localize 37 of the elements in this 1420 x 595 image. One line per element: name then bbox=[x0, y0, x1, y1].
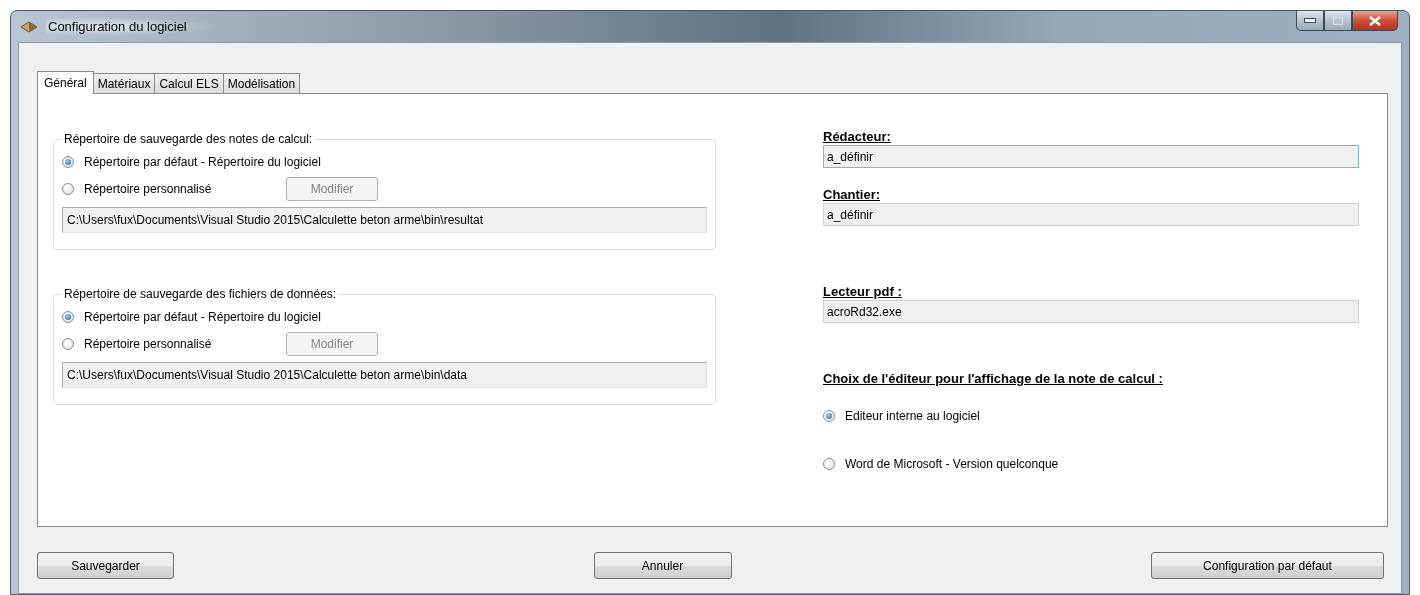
app-icon bbox=[20, 20, 38, 33]
tab[interactable]: Matériaux bbox=[92, 73, 156, 93]
radio-button[interactable] bbox=[62, 182, 74, 195]
close-button[interactable] bbox=[1352, 11, 1398, 31]
radio-button[interactable] bbox=[62, 337, 74, 350]
text-field[interactable]: a_définir bbox=[823, 203, 1359, 226]
radio-button[interactable] bbox=[62, 310, 74, 323]
tab[interactable]: Calcul ELS bbox=[154, 73, 224, 93]
maximize-icon bbox=[1333, 16, 1343, 25]
radio-button[interactable] bbox=[62, 155, 74, 168]
tab[interactable]: Modélisation bbox=[222, 73, 301, 93]
minimize-button[interactable] bbox=[1296, 11, 1324, 31]
save-button[interactable]: Sauvegarder bbox=[37, 552, 174, 579]
default-config-button[interactable]: Configuration par défaut bbox=[1151, 552, 1384, 579]
path-field[interactable]: C:\Users\fux\Documents\Visual Studio 2015\Calculette beton arme\bin\data bbox=[62, 362, 707, 388]
group-title: Répertoire de sauvegarde des fichiers de données: bbox=[63, 287, 338, 301]
text-field[interactable]: a_définir bbox=[823, 145, 1359, 168]
cancel-button[interactable]: Annuler bbox=[593, 552, 732, 579]
radio-label: Répertoire personnalisé bbox=[84, 181, 212, 196]
group-title: Répertoire de sauvegarde des notes de calcul: bbox=[63, 132, 314, 146]
radio-label: Répertoire par défaut - Répertoire du logiciel bbox=[84, 309, 321, 324]
radio-button[interactable] bbox=[823, 410, 835, 422]
radio-button[interactable] bbox=[823, 458, 835, 470]
radio-label: Répertoire personnalisé bbox=[84, 336, 212, 351]
text-field[interactable]: acroRd32.exe bbox=[823, 300, 1359, 323]
path-field[interactable]: C:\Users\fux\Documents\Visual Studio 2015\Calculette beton arme\bin\resultat bbox=[62, 207, 707, 233]
radio-label: Word de Microsoft - Version quelconque bbox=[845, 457, 1059, 471]
section-heading: Choix de l'éditeur pour l'affichage de la note de calcul : bbox=[823, 371, 1163, 386]
field-label: Lecteur pdf : bbox=[823, 284, 902, 299]
field-label: Rédacteur: bbox=[823, 129, 891, 144]
maximize-button[interactable] bbox=[1324, 11, 1352, 31]
radio-label: Répertoire par défaut - Répertoire du logiciel bbox=[84, 154, 321, 169]
radio-label: Editeur interne au logiciel bbox=[845, 409, 980, 423]
close-icon bbox=[1369, 15, 1381, 26]
minimize-icon bbox=[1304, 18, 1316, 23]
field-label: Chantier: bbox=[823, 187, 881, 202]
tab[interactable]: Général bbox=[37, 71, 94, 94]
